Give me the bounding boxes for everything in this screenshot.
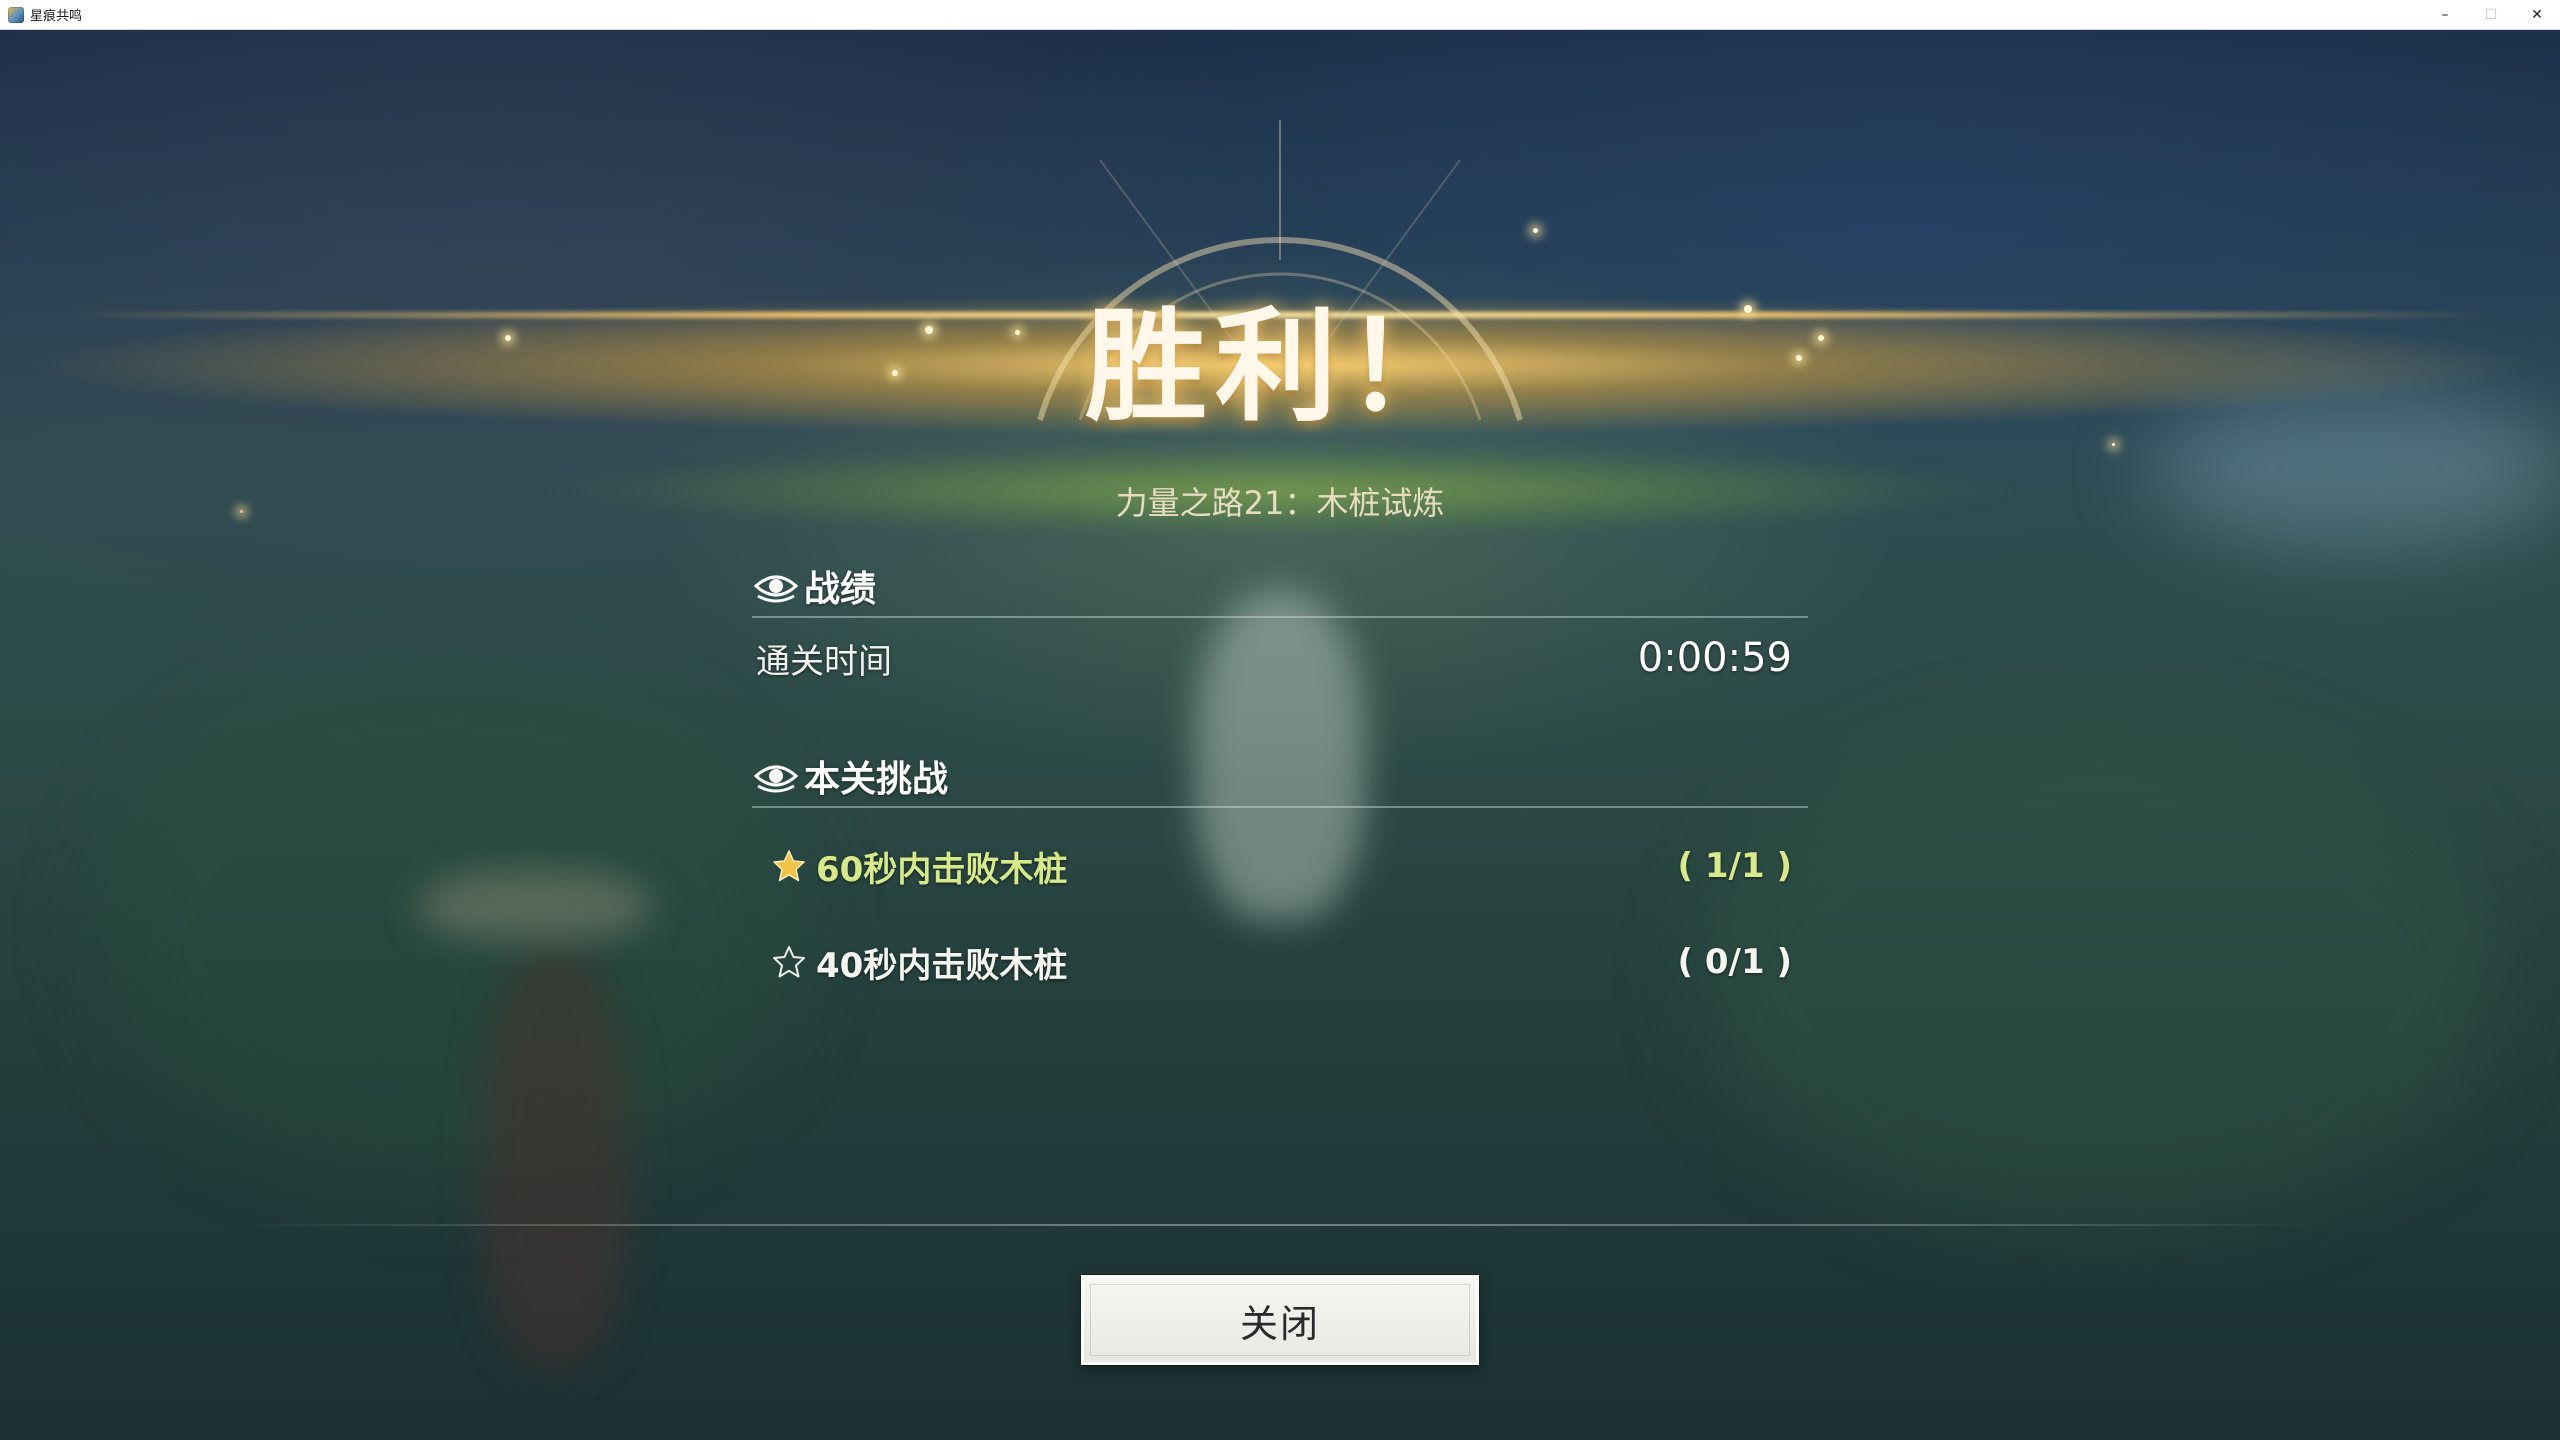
challenge-section-title: 本关挑战	[804, 759, 949, 800]
challenge-item-completed: 60秒内击败木桩 ( 1/1 )	[752, 836, 1792, 896]
close-button-label: 关闭	[1239, 1301, 1320, 1346]
clear-time-label: 通关时间	[756, 641, 892, 682]
minimize-button[interactable]: –	[2422, 0, 2468, 30]
bottom-divider	[240, 1224, 2320, 1226]
maximize-button[interactable]: ☐	[2468, 0, 2514, 30]
eye-emblem-icon	[754, 765, 798, 793]
blurred-character-left	[480, 950, 630, 1370]
window-titlebar: 星痕共鸣 – ☐ ✕	[0, 0, 2560, 30]
record-section-title: 战绩	[804, 569, 877, 610]
app-icon	[8, 6, 24, 23]
game-scene-background	[0, 30, 2560, 1440]
victory-title: 胜利！	[1085, 296, 1475, 438]
challenge-text: 60秒内击败木桩	[816, 849, 1068, 890]
record-section-header: 战绩	[752, 556, 1808, 618]
blurred-character-left-head	[420, 870, 650, 940]
window-title: 星痕共鸣	[30, 9, 83, 24]
scene-blob	[1700, 730, 2500, 1230]
challenge-text: 40秒内击败木桩	[816, 945, 1068, 986]
challenge-section-header: 本关挑战	[752, 746, 1808, 808]
clear-time-row: 通关时间 0:00:59	[752, 628, 1792, 688]
challenge-item-incomplete: 40秒内击败木桩 ( 0/1 )	[752, 932, 1792, 992]
window-controls: – ☐ ✕	[2422, 0, 2560, 30]
eye-emblem-icon	[754, 575, 798, 603]
challenge-progress: ( 1/1 )	[1677, 846, 1792, 886]
star-filled-icon	[773, 850, 805, 882]
star-outline-icon	[773, 946, 805, 978]
close-button[interactable]: 关闭	[1081, 1275, 1479, 1365]
clear-time-value: 0:00:59	[1637, 635, 1792, 681]
stage-name: 力量之路21：木桩试炼	[1115, 484, 1445, 522]
close-window-button[interactable]: ✕	[2514, 0, 2560, 30]
sparkle	[1533, 228, 1538, 233]
challenge-progress: ( 0/1 )	[1677, 942, 1792, 982]
game-window: 星痕共鸣 – ☐ ✕ 胜利！ 力量之路21：木桩试炼 战绩 通关时间 0:00:…	[0, 0, 2560, 1440]
